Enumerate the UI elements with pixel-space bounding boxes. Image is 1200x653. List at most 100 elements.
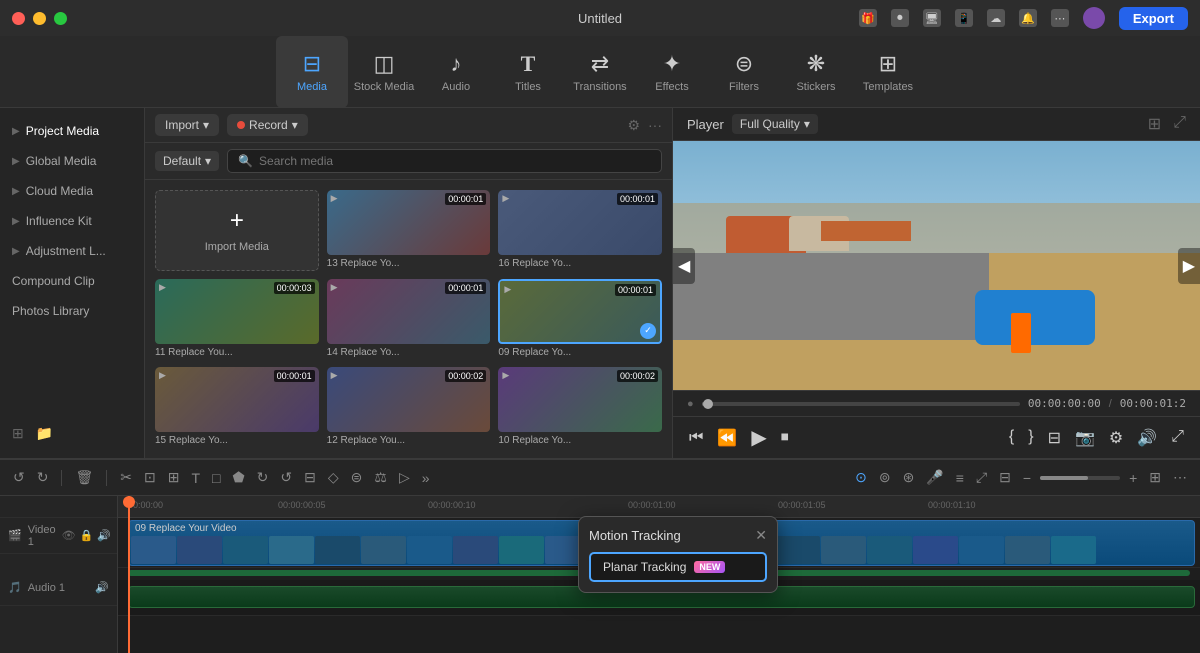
- quality-selector[interactable]: Full Quality ▾: [732, 114, 818, 134]
- cloud-icon[interactable]: ☁: [987, 9, 1005, 27]
- tab-effects[interactable]: ✦ Effects: [636, 36, 708, 108]
- tl-grid-icon[interactable]: ⊞: [1146, 466, 1164, 489]
- tl-replace-icon[interactable]: ⤢: [973, 466, 990, 489]
- volume-track-icon[interactable]: 🔊: [97, 529, 111, 542]
- zoom-bar[interactable]: [1040, 476, 1120, 480]
- loop-icon[interactable]: ↺: [277, 466, 295, 489]
- sidebar-item-photos-library[interactable]: Photos Library: [0, 296, 144, 326]
- equalizer-icon[interactable]: ⚖: [371, 466, 390, 489]
- more-tools-icon[interactable]: »: [419, 467, 433, 489]
- rotate-icon[interactable]: ↻: [254, 466, 272, 489]
- bell-icon[interactable]: 🔔: [1019, 9, 1037, 27]
- fullscreen2-icon[interactable]: ⤢: [1171, 428, 1184, 448]
- volume-icon[interactable]: 🔊: [1137, 428, 1157, 448]
- filter-icon[interactable]: ⚙: [627, 117, 640, 134]
- motion-popup-close-button[interactable]: ✕: [755, 527, 767, 544]
- media-item-m8[interactable]: 00:00:02 ▶ 10 Replace Yo...: [498, 367, 662, 448]
- tl-shield-icon[interactable]: ⊛: [900, 466, 918, 489]
- eye-icon[interactable]: 👁: [62, 529, 76, 542]
- minimize-button[interactable]: [33, 12, 46, 25]
- next-frame-button[interactable]: ▶: [1178, 248, 1200, 284]
- fullscreen-icon[interactable]: ⤢: [1173, 114, 1186, 134]
- color-icon[interactable]: ⊜: [348, 466, 366, 489]
- cut-icon[interactable]: ✂: [117, 466, 135, 489]
- dots-icon[interactable]: ⋯: [1051, 9, 1069, 27]
- media-item-m2[interactable]: 00:00:01 ▶ 16 Replace Yo...: [498, 190, 662, 271]
- tab-titles[interactable]: T Titles: [492, 36, 564, 108]
- redo-icon[interactable]: ↻: [34, 466, 52, 489]
- sidebar-item-global-media[interactable]: ▶ Global Media: [0, 146, 144, 176]
- tab-stickers[interactable]: ❋ Stickers: [780, 36, 852, 108]
- sidebar-item-compound-clip[interactable]: Compound Clip: [0, 266, 144, 296]
- tl-sticker-icon[interactable]: ⊟: [996, 466, 1014, 489]
- playhead[interactable]: [128, 496, 130, 653]
- new-folder-icon[interactable]: ⊞: [12, 425, 24, 442]
- tab-audio[interactable]: ♪ Audio: [420, 36, 492, 108]
- planar-tracking-button[interactable]: Planar Tracking NEW: [589, 552, 767, 582]
- split-icon[interactable]: ⊞: [165, 466, 183, 489]
- bracket-start-icon[interactable]: {: [1009, 428, 1014, 448]
- tl-more-icon[interactable]: ⋯: [1170, 466, 1190, 489]
- audio-eye-icon[interactable]: 🔊: [95, 581, 109, 594]
- import-media-cell[interactable]: + Import Media: [155, 190, 319, 271]
- media-item-m7[interactable]: 00:00:02 ▶ 12 Replace You...: [327, 367, 491, 448]
- default-button[interactable]: Default ▾: [155, 151, 219, 171]
- preview-scrubber[interactable]: [702, 402, 1020, 406]
- gift-icon[interactable]: 🎁: [859, 9, 877, 27]
- text-icon[interactable]: T: [188, 467, 203, 489]
- delete-icon[interactable]: 🗑: [72, 466, 96, 489]
- step-back-icon[interactable]: ⏪: [717, 428, 737, 448]
- tl-plus-icon[interactable]: +: [1126, 467, 1140, 489]
- tab-transitions[interactable]: ⇄ Transitions: [564, 36, 636, 108]
- search-input[interactable]: [259, 154, 651, 168]
- settings-icon[interactable]: ⚙: [1109, 428, 1123, 448]
- sidebar-item-cloud-media[interactable]: ▶ Cloud Media: [0, 176, 144, 206]
- tl-audio-icon[interactable]: ⊚: [876, 466, 894, 489]
- import-button[interactable]: Import ▾: [155, 114, 219, 136]
- media-item-m1[interactable]: 00:00:01 ▶ 13 Replace Yo...: [327, 190, 491, 271]
- tl-minus-icon[interactable]: −: [1020, 467, 1034, 489]
- sidebar-item-influence-kit[interactable]: ▶ Influence Kit: [0, 206, 144, 236]
- skip-back-icon[interactable]: ⏮: [689, 429, 703, 447]
- sidebar-item-adjustment[interactable]: ▶ Adjustment L...: [0, 236, 144, 266]
- mask-icon[interactable]: ⬟: [229, 466, 247, 489]
- stop-icon[interactable]: ⏹: [781, 429, 789, 447]
- folder-icon[interactable]: 📁: [36, 425, 53, 442]
- media-icon2[interactable]: ⊟: [301, 466, 319, 489]
- grid-view-icon[interactable]: ⊞: [1148, 114, 1161, 134]
- media-item-m4[interactable]: 00:00:01 ▶ 14 Replace Yo...: [327, 279, 491, 360]
- lock-icon[interactable]: 🔒: [80, 529, 94, 542]
- play-icon[interactable]: ▶: [751, 425, 766, 450]
- layout-icon[interactable]: ⊟: [1048, 428, 1061, 448]
- avatar[interactable]: [1083, 7, 1105, 29]
- close-button[interactable]: [12, 12, 25, 25]
- tab-filters[interactable]: ⊜ Filters: [708, 36, 780, 108]
- tl-strip-icon[interactable]: ≡: [953, 467, 967, 489]
- media-item-m6[interactable]: 00:00:01 ▶ 15 Replace Yo...: [155, 367, 319, 448]
- sidebar-item-project-media[interactable]: ▶ Project Media: [0, 116, 144, 146]
- undo-icon[interactable]: ↺: [10, 466, 28, 489]
- phone-icon[interactable]: 📱: [955, 9, 973, 27]
- export-button[interactable]: Export: [1119, 7, 1188, 30]
- tab-media[interactable]: ⊟ Media: [276, 36, 348, 108]
- clip-speed-icon[interactable]: ▷: [396, 466, 413, 489]
- more-icon[interactable]: ···: [648, 117, 662, 134]
- prev-frame-button[interactable]: ◀: [673, 248, 695, 284]
- crop-icon[interactable]: ⊡: [141, 466, 159, 489]
- screenshot-icon[interactable]: 📷: [1075, 428, 1095, 448]
- rect-icon[interactable]: □: [209, 467, 223, 489]
- record-icon[interactable]: ⏺: [891, 9, 909, 27]
- tab-templates[interactable]: ⊞ Templates: [852, 36, 924, 108]
- monitor-icon[interactable]: 🖥: [923, 9, 941, 27]
- bracket-end-icon[interactable]: }: [1028, 428, 1033, 448]
- timeline-tracks[interactable]: 00:00:00 00:00:00:05 00:00:00:10 00:00:0…: [118, 496, 1200, 653]
- record-button[interactable]: Record ▾: [227, 114, 308, 136]
- fullscreen-button[interactable]: [54, 12, 67, 25]
- keyframe-icon[interactable]: ◇: [325, 466, 342, 489]
- tl-mic-icon[interactable]: 🎤: [923, 466, 946, 489]
- media-item-m5[interactable]: 00:00:01 ▶ ✓ 09 Replace Yo...: [498, 279, 662, 360]
- search-box[interactable]: 🔍: [227, 149, 662, 173]
- tl-target-icon[interactable]: ⊙: [852, 466, 870, 489]
- media-item-m3[interactable]: 00:00:03 ▶ 11 Replace You...: [155, 279, 319, 360]
- tab-stock-media[interactable]: ◫ Stock Media: [348, 36, 420, 108]
